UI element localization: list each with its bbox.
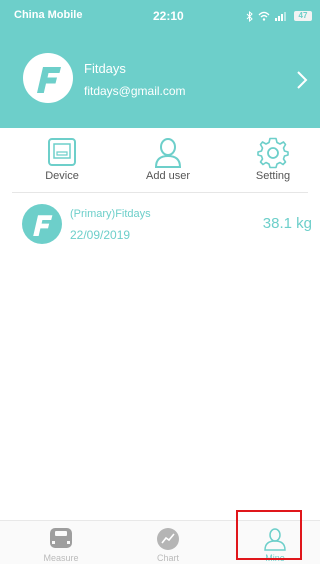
status-time: 22:10 [153,9,184,23]
device-label: Device [45,170,79,182]
selection-highlight [236,510,302,560]
signal-icon [275,12,286,21]
divider [12,192,308,193]
action-row: Device Add user Setting [0,128,320,192]
bluetooth-icon [246,10,253,22]
add-user-button[interactable]: Add user [128,128,208,192]
setting-button[interactable]: Setting [233,128,313,192]
user-name: (Primary)Fitdays [70,208,151,220]
add-user-label: Add user [145,170,191,182]
wifi-icon [258,11,270,21]
battery-icon: 47 [294,11,312,21]
chevron-right-icon[interactable] [296,70,308,90]
app-screen: China Mobile 22:10 47 Fitdays fitdays@gm… [0,0,320,564]
profile-email: fitdays@gmail.com [84,84,186,98]
user-weight: 38.1 kg [262,215,312,232]
router-icon [48,138,76,166]
scale-icon [50,528,72,548]
status-bar: China Mobile 22:10 47 [0,0,320,23]
fitdays-logo-avatar [22,204,62,244]
fitdays-logo-avatar [23,53,73,103]
chart-icon [157,528,179,550]
profile-name: Fitdays [84,61,126,76]
tab-chart[interactable]: Chart [115,521,221,564]
user-list-item[interactable]: (Primary)Fitdays 22/09/2019 38.1 kg [0,196,320,252]
gear-icon [257,137,289,169]
profile-banner[interactable]: China Mobile 22:10 47 Fitdays fitdays@gm… [0,0,320,128]
status-icons: 47 [246,10,312,22]
user-icon [154,138,182,168]
setting-label: Setting [255,170,291,182]
tab-measure[interactable]: Measure [8,521,114,564]
device-button[interactable]: Device [22,128,102,192]
tab-chart-label: Chart [156,553,179,563]
carrier-name: China Mobile [14,9,83,21]
user-date: 22/09/2019 [70,228,131,242]
tab-measure-label: Measure [43,553,79,563]
